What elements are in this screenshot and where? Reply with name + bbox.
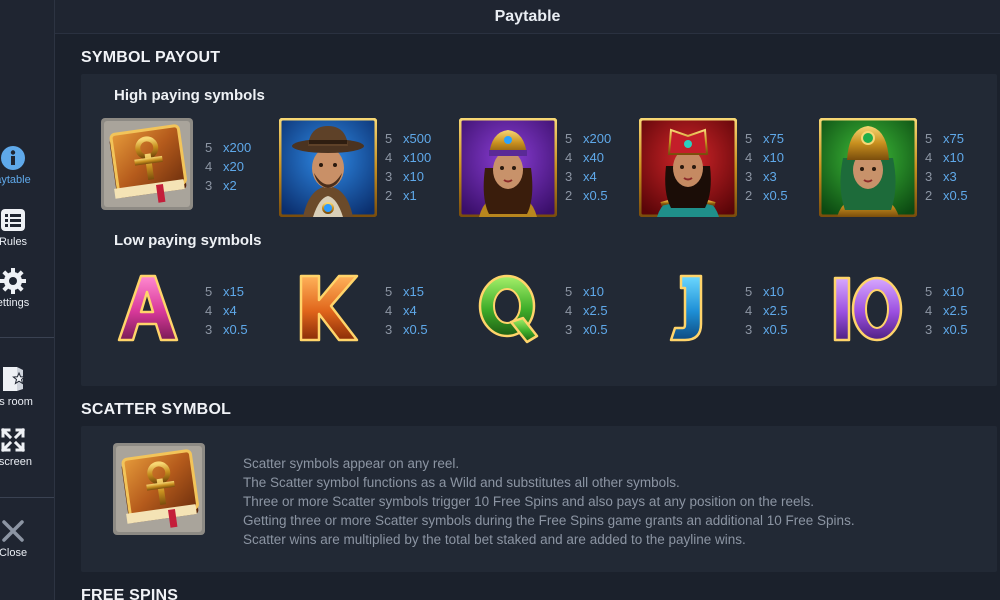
queen-green-symbol-icon [819,118,917,217]
info-icon [1,146,25,170]
sidebar: aytable Rules ettings [0,0,55,600]
section-title-scatter: SCATTER SYMBOL [81,401,232,418]
scatter-line: Scatter wins are multiplied by the total… [243,532,746,547]
paytable-a: 5 x15 4 x4 3 x0.5 [205,284,248,337]
section-title-symbol-payout: SYMBOL PAYOUT [81,49,221,66]
explorer-symbol-icon [279,118,377,217]
number-10-symbol-icon [833,276,903,342]
scatter-line: Three or more Scatter symbols trigger 10… [243,494,815,509]
high-paying-title: High paying symbols [114,87,265,104]
paytable-q: 5 x10 4 x2.5 3 x0.5 [565,284,608,337]
queen-red-symbol-icon [639,118,737,217]
queen-purple-symbol-icon [459,118,557,217]
scatter-panel: Scatter symbols appear on any reel. The … [81,426,997,572]
section-title-free-spins: FREE SPINS [81,587,179,600]
sidebar-item-label: ettings [0,297,30,309]
paytable-queen-red: 5 x75 4 x10 3 x3 2 x0.5 [745,131,788,203]
scatter-description: Scatter symbols appear on any reel. The … [243,454,855,549]
sidebar-item-label: llscreen [0,456,32,468]
sidebar-item-bonus-room[interactable]: us room [0,365,44,408]
scatter-book-icon [113,443,205,535]
paytable-k: 5 x15 4 x4 3 x0.5 [385,284,428,337]
fullscreen-icon [0,427,26,453]
scatter-line: Getting three or more Scatter symbols du… [243,513,855,528]
sidebar-item-label: aytable [0,174,31,186]
paytable-10: 5 x10 4 x2.5 3 x0.5 [925,284,968,337]
book-symbol-icon [101,118,193,214]
sidebar-item-close[interactable]: Close [0,518,44,559]
close-icon [2,520,24,542]
symbol-payout-panel: High paying symbols 5 x200 4 x20 3 x2 5 … [81,74,997,386]
bonus-room-icon [3,367,26,391]
paytable-explorer: 5 x500 4 x100 3 x10 2 x1 [385,131,432,203]
paytable-content[interactable]: SYMBOL PAYOUT High paying symbols 5 x200 … [55,35,1000,600]
sidebar-item-fullscreen[interactable]: llscreen [0,427,44,468]
sidebar-item-settings[interactable]: ettings [0,268,44,309]
low-paying-title: Low paying symbols [114,232,262,249]
letter-k-symbol-icon [299,274,359,342]
sidebar-item-label: Rules [0,236,28,248]
paytable-queen-green: 5 x75 4 x10 3 x3 2 x0.5 [925,131,968,203]
page-title: Paytable [494,7,561,25]
letter-a-symbol-icon [117,274,179,342]
paytable-header: Paytable [55,0,1000,34]
letter-j-symbol-icon [669,274,703,342]
sidebar-item-label: Close [0,547,28,559]
rules-icon [1,209,25,231]
paytable-queen-purple: 5 x200 4 x40 3 x4 2 x0.5 [565,131,612,203]
paytable-j: 5 x10 4 x2.5 3 x0.5 [745,284,788,337]
sidebar-divider [0,497,54,498]
settings-icon [0,268,26,294]
scatter-line: Scatter symbols appear on any reel. [243,456,460,471]
sidebar-divider [0,337,54,338]
sidebar-item-paytable[interactable]: aytable [0,145,44,186]
paytable-book: 5 x200 4 x20 3 x2 [205,140,252,193]
sidebar-item-label: us room [0,396,33,408]
scatter-line: The Scatter symbol functions as a Wild a… [243,475,680,490]
sidebar-item-rules[interactable]: Rules [0,207,44,248]
letter-q-symbol-icon [478,274,539,344]
